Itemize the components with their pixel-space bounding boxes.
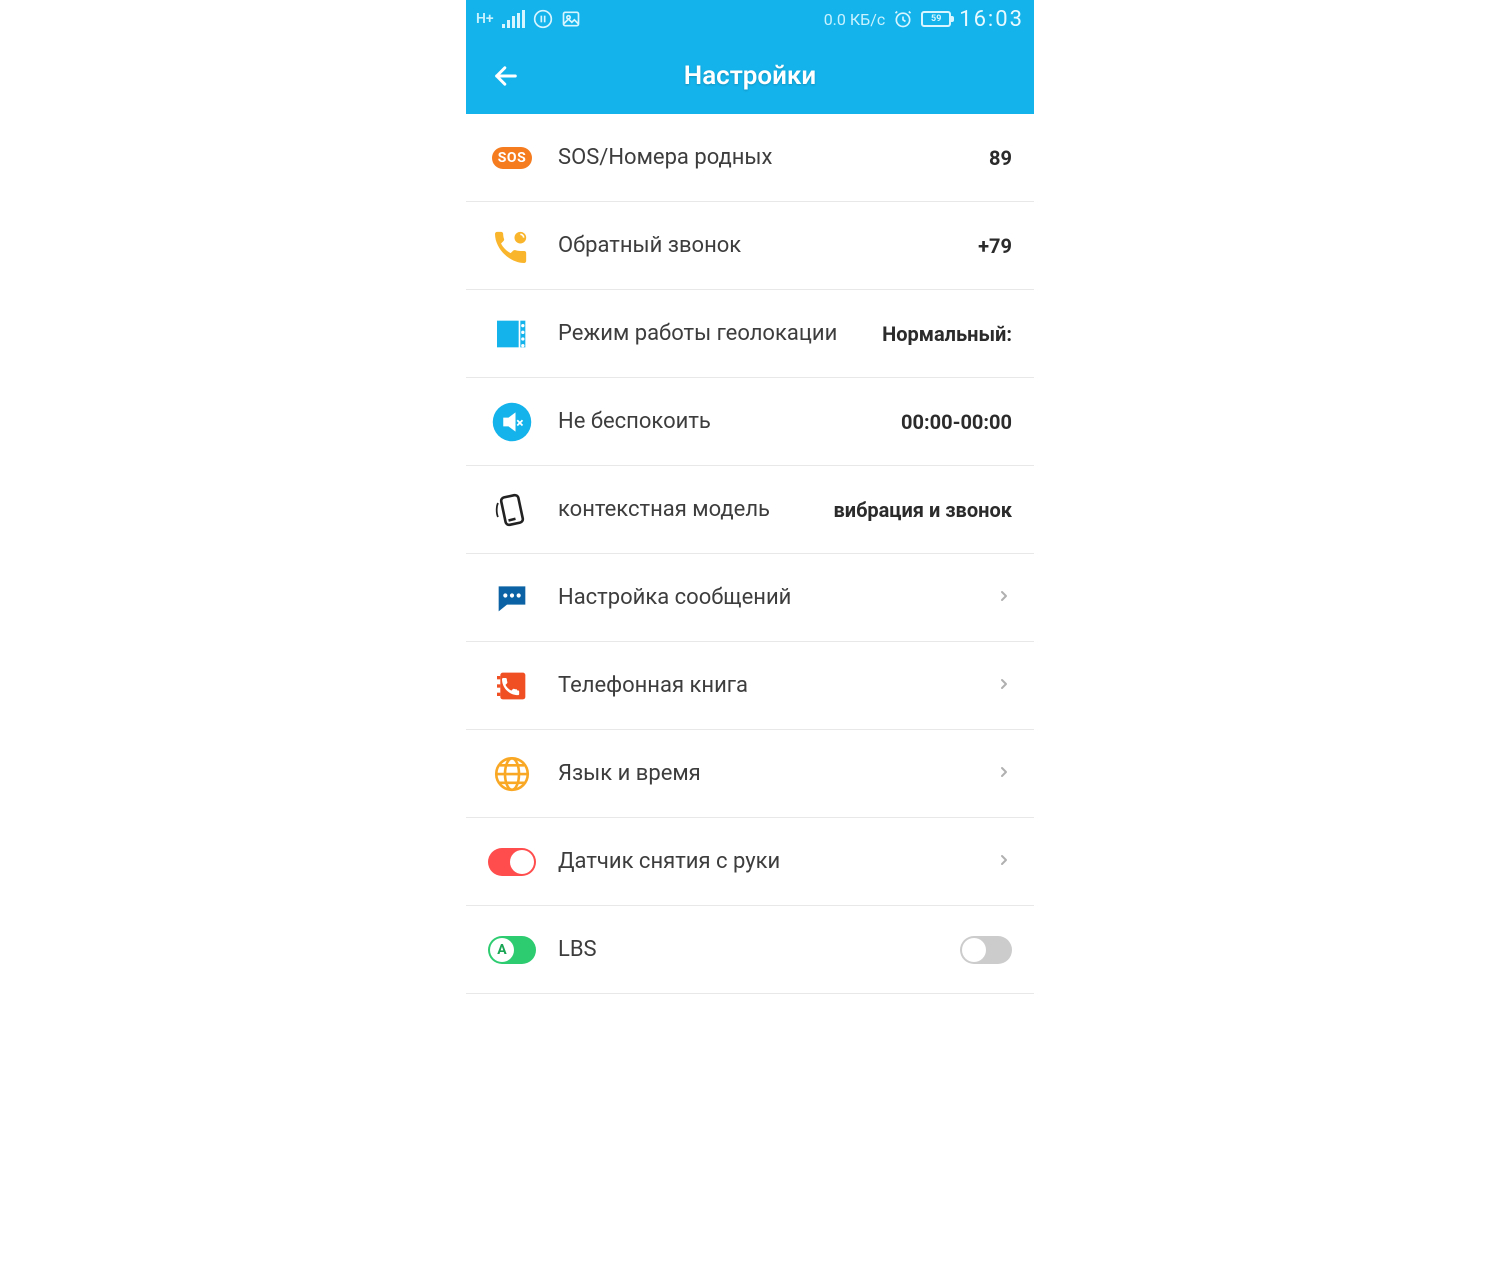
signal-icon	[502, 10, 525, 28]
clock-label: 16:03	[959, 7, 1024, 32]
item-phonebook[interactable]: Телефонная книга	[466, 642, 1034, 730]
item-callback[interactable]: Обратный звонок +79	[466, 202, 1034, 290]
alarm-icon	[893, 9, 913, 29]
item-sos-label: SOS/Номера родных	[558, 145, 989, 170]
messages-icon	[488, 574, 536, 622]
status-bar: H+ 0.0 КБ/с 59 16:03	[466, 0, 1034, 38]
item-profile[interactable]: контекстная модель вибрация и звонок	[466, 466, 1034, 554]
status-right: 0.0 КБ/с 59 16:03	[824, 7, 1024, 32]
chevron-right-icon	[996, 764, 1012, 784]
takeoff-sensor-icon	[488, 838, 536, 886]
network-type-indicator: H+	[476, 11, 494, 27]
data-rate-label: 0.0 КБ/с	[824, 10, 886, 29]
geolocation-icon	[488, 310, 536, 358]
back-button[interactable]	[486, 56, 526, 96]
item-geolocation-mode[interactable]: Режим работы геолокации Нормальный:	[466, 290, 1034, 378]
item-messages[interactable]: Настройка сообщений	[466, 554, 1034, 642]
item-language-time-label: Язык и время	[558, 761, 988, 786]
item-geolocation-label: Режим работы геолокации	[558, 321, 882, 346]
item-dnd-value: 00:00-00:00	[901, 410, 1012, 434]
lbs-toggle[interactable]	[960, 936, 1012, 964]
chevron-right-icon	[996, 588, 1012, 608]
chevron-right-icon	[996, 676, 1012, 696]
chevron-right-icon	[996, 852, 1012, 872]
item-phonebook-label: Телефонная книга	[558, 673, 988, 698]
phonebook-icon	[488, 662, 536, 710]
item-sos-value: 89	[989, 146, 1012, 170]
item-dnd[interactable]: Не беспокоить 00:00-00:00	[466, 378, 1034, 466]
item-messages-label: Настройка сообщений	[558, 585, 988, 610]
pause-circle-icon	[533, 9, 553, 29]
item-sos[interactable]: SOS SOS/Номера родных 89	[466, 114, 1034, 202]
item-profile-label: контекстная модель	[558, 497, 833, 522]
globe-icon	[488, 750, 536, 798]
battery-icon: 59	[921, 11, 951, 27]
item-dnd-label: Не беспокоить	[558, 409, 901, 434]
item-lbs-label: LBS	[558, 937, 960, 962]
callback-phone-icon	[488, 222, 536, 270]
item-takeoff-sensor[interactable]: Датчик снятия с руки	[466, 818, 1034, 906]
mute-icon	[488, 398, 536, 446]
item-geolocation-value: Нормальный:	[882, 322, 1012, 346]
status-left: H+	[476, 9, 581, 29]
vibrate-phone-icon	[488, 486, 536, 534]
item-profile-value: вибрация и звонок	[833, 498, 1012, 522]
sos-icon: SOS	[488, 134, 536, 182]
settings-list: SOS SOS/Номера родных 89 Обратный звонок…	[466, 114, 1034, 994]
phone-frame: H+ 0.0 КБ/с 59 16:03 Настройки SOS SOS/Н…	[466, 0, 1034, 1280]
item-lbs[interactable]: LBS	[466, 906, 1034, 994]
item-callback-label: Обратный звонок	[558, 233, 978, 258]
item-callback-value: +79	[978, 234, 1012, 258]
app-header: Настройки	[466, 38, 1034, 114]
picture-icon	[561, 9, 581, 29]
arrow-left-icon	[492, 62, 520, 90]
lbs-icon	[488, 926, 536, 974]
page-title: Настройки	[466, 61, 1034, 91]
item-takeoff-sensor-label: Датчик снятия с руки	[558, 849, 988, 874]
item-language-time[interactable]: Язык и время	[466, 730, 1034, 818]
